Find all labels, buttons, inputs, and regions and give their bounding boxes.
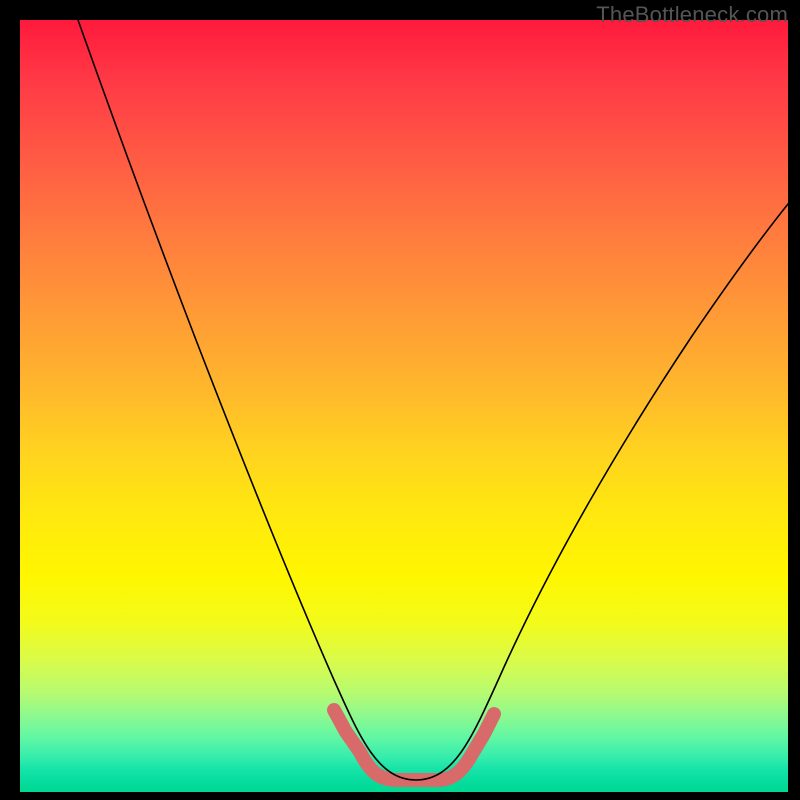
curve-highlight [334, 710, 494, 780]
curve-main [78, 20, 788, 780]
chart-plot-area [20, 20, 788, 792]
chart-frame: TheBottleneck.com [0, 0, 800, 800]
bottleneck-curve-svg [20, 20, 788, 792]
